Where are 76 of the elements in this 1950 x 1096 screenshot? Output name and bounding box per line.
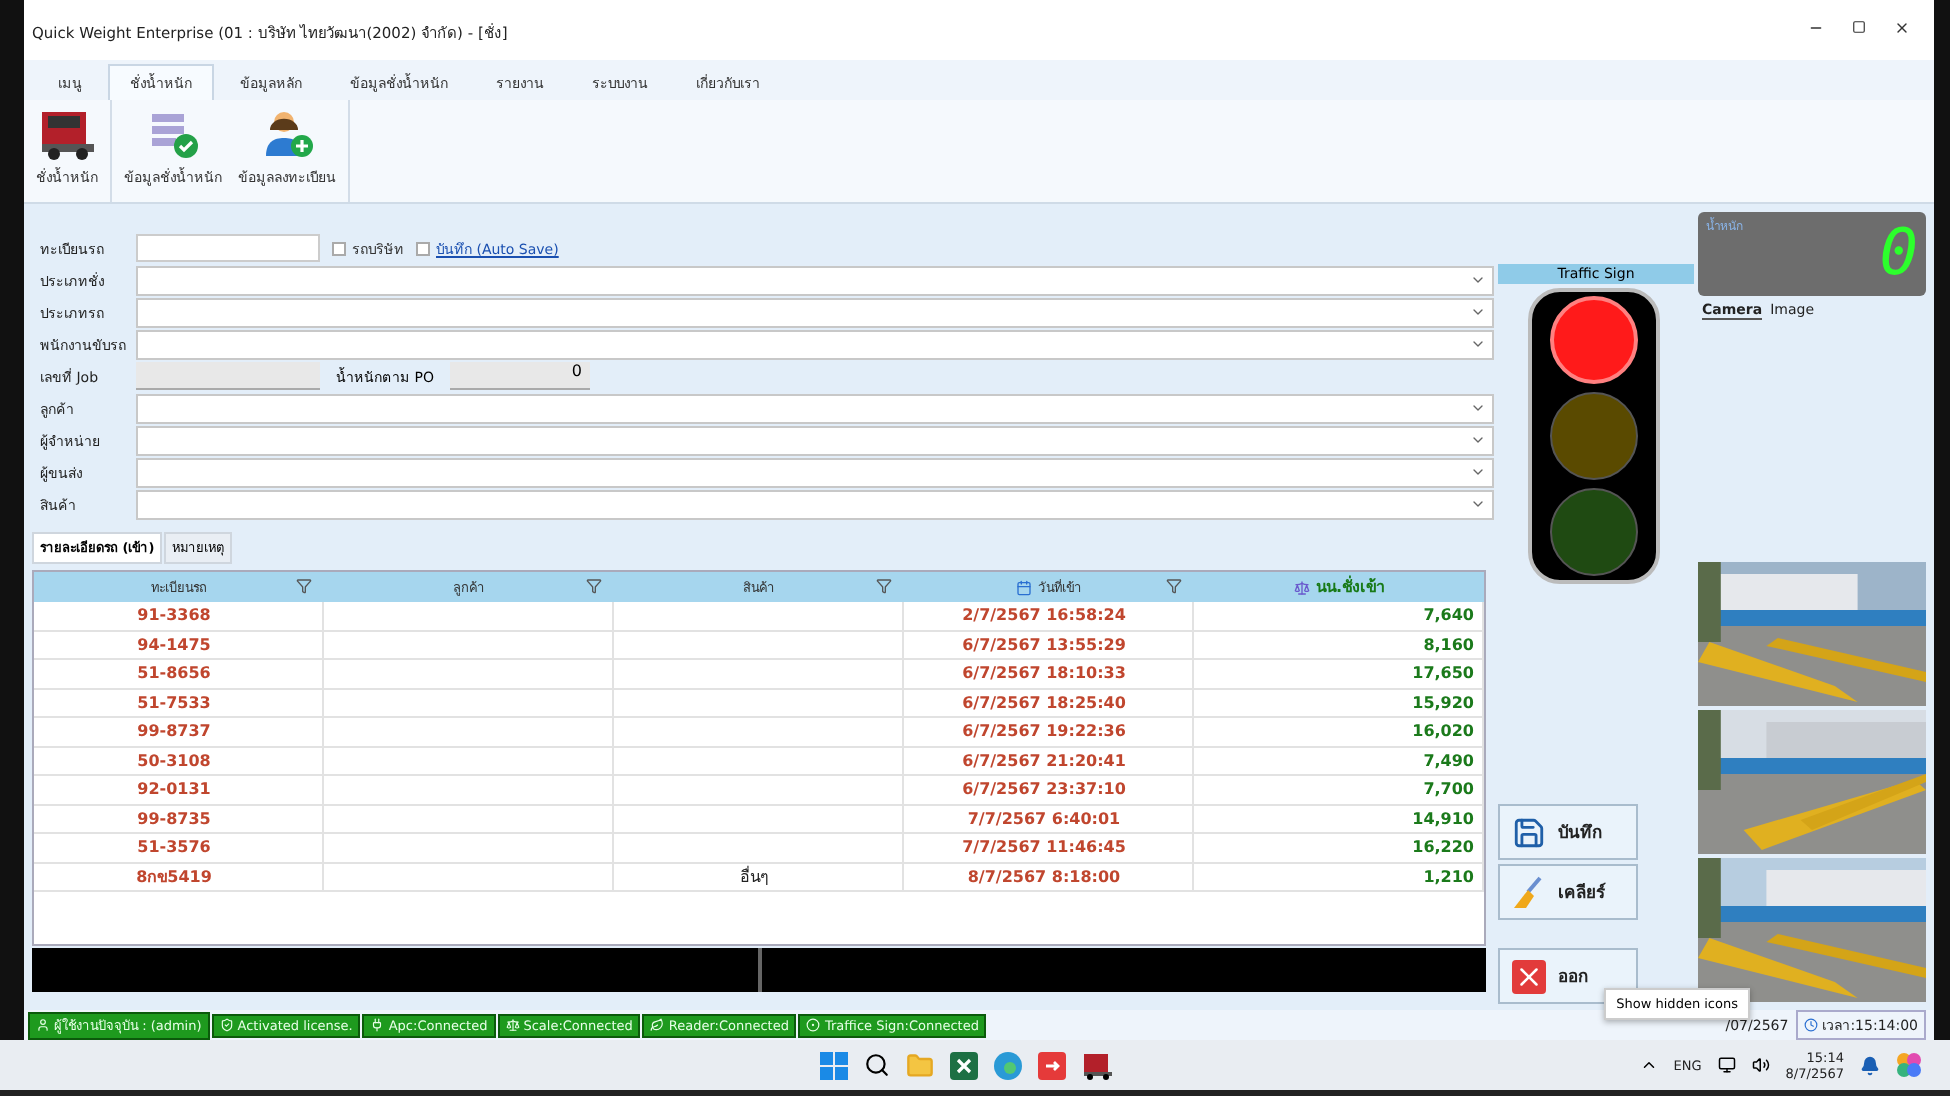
dropdown-field[interactable]: [136, 329, 1494, 359]
table-cell: 99-8737: [137, 722, 211, 741]
leaf-icon: [650, 1018, 665, 1032]
table-cell: 6/7/2567 21:20:41: [962, 751, 1126, 770]
spreadsheet-icon[interactable]: [950, 1051, 978, 1079]
table-cell: 6/7/2567 13:55:29: [962, 635, 1126, 654]
table-cell: 6/7/2567 19:22:36: [962, 722, 1126, 741]
table-cell: 17,650: [1412, 664, 1474, 683]
table-cell: 99-8735: [137, 809, 211, 828]
save-icon: [1512, 815, 1546, 849]
table-cell: 7,700: [1423, 780, 1474, 799]
table-cell: 6/7/2567 18:25:40: [962, 693, 1126, 712]
table-cell: 8/7/2567 8:18:00: [967, 867, 1121, 886]
table-cell: 15,920: [1412, 693, 1474, 712]
input-field[interactable]: 0: [449, 362, 590, 390]
windows-icon[interactable]: [820, 1051, 848, 1079]
close-icon: [1512, 959, 1546, 993]
truck-icon: [37, 108, 97, 160]
table-cell: 50-3108: [137, 751, 211, 770]
user-icon: [36, 1018, 50, 1032]
monitor-icon[interactable]: [1717, 1056, 1736, 1074]
filter-icon[interactable]: [586, 578, 602, 594]
table-cell: 51-7533: [137, 693, 211, 712]
checkbox[interactable]: [332, 241, 346, 255]
assistant-icon[interactable]: [1896, 1052, 1922, 1078]
table-cell: 16,020: [1412, 722, 1474, 741]
table-cell: 94-1475: [137, 635, 211, 654]
table-cell: 8,160: [1423, 635, 1474, 654]
table-cell-text: 8กข5419: [136, 865, 212, 890]
filter-icon[interactable]: [876, 578, 892, 594]
table-cell: 14,910: [1412, 809, 1474, 828]
list-check-icon: [147, 108, 199, 160]
show-hidden-icons-button[interactable]: [1639, 1056, 1658, 1074]
app-icon[interactable]: [1038, 1051, 1066, 1079]
dropdown-field[interactable]: [136, 425, 1494, 455]
table-cell: 6/7/2567 23:37:10: [962, 780, 1126, 799]
table-cell: 7,640: [1423, 606, 1474, 625]
search-icon[interactable]: [864, 1052, 890, 1078]
plug-icon: [370, 1018, 385, 1032]
clock-icon: [1804, 1018, 1819, 1032]
checkbox[interactable]: [416, 241, 430, 255]
action-button[interactable]: บันทึก: [1498, 804, 1638, 860]
shield-icon: [219, 1018, 234, 1032]
table-cell: 7,490: [1423, 751, 1474, 770]
filter-icon[interactable]: [1166, 578, 1182, 594]
bell-icon[interactable]: [1860, 1055, 1880, 1075]
scale-icon: [1293, 579, 1310, 595]
input-field[interactable]: [136, 234, 320, 262]
input-field[interactable]: [136, 362, 320, 390]
table-cell: 51-8656: [137, 664, 211, 683]
dropdown-field[interactable]: [136, 457, 1494, 487]
table-cell: 7/7/2567 11:46:45: [962, 838, 1126, 857]
browser-icon[interactable]: [994, 1051, 1022, 1079]
table-cell: 2/7/2567 16:58:24: [962, 606, 1126, 625]
action-button[interactable]: เคลียร์: [1498, 864, 1638, 920]
scale-icon: [505, 1018, 520, 1032]
table-cell: 7/7/2567 6:40:01: [967, 809, 1121, 828]
filter-icon[interactable]: [296, 578, 312, 594]
broom-icon: [1512, 875, 1546, 909]
table-cell: 91-3368: [137, 606, 211, 625]
truck-icon[interactable]: [1082, 1051, 1114, 1079]
table-cell: 1,210: [1423, 867, 1474, 886]
table-cell: 6/7/2567 18:10:33: [962, 664, 1126, 683]
volume-icon[interactable]: [1751, 1056, 1770, 1074]
traffic-light-icon: [806, 1018, 821, 1032]
dropdown-field[interactable]: [136, 489, 1494, 519]
table-cell: 51-3576: [137, 838, 211, 857]
calendar-icon: [1016, 579, 1032, 595]
table-cell: 16,220: [1412, 838, 1474, 857]
table-cell: 92-0131: [137, 780, 211, 799]
add-user-icon: [261, 108, 313, 160]
dropdown-field[interactable]: [136, 393, 1494, 423]
column-header: นน.ชั่งเข้า: [1315, 574, 1385, 600]
table-cell-text: อื่นๆ: [740, 864, 768, 890]
dropdown-field[interactable]: [136, 265, 1494, 295]
dropdown-field[interactable]: [136, 297, 1494, 327]
